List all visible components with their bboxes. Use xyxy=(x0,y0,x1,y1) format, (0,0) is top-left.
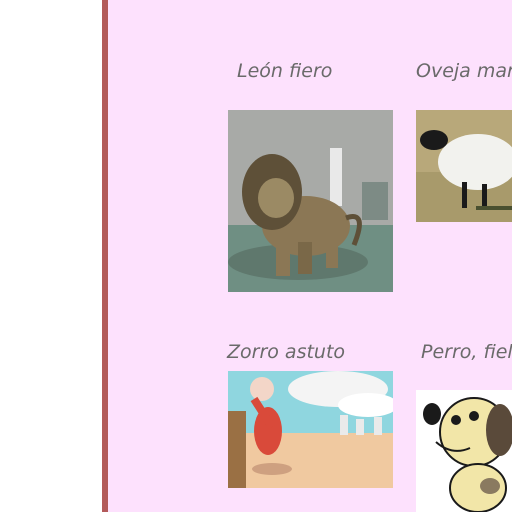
slide: León fiero Oveja mar Zorro astuto Perro,… xyxy=(108,0,512,512)
caption-dog: Perro, fiel xyxy=(421,341,512,363)
caption-fox: Zorro astuto xyxy=(227,341,346,363)
caption-lion: León fiero xyxy=(237,60,333,82)
fox-image[interactable] xyxy=(228,371,393,488)
sheep-image[interactable] xyxy=(416,110,512,222)
lion-image[interactable] xyxy=(228,110,393,292)
dog-image[interactable] xyxy=(416,390,512,512)
presentation-canvas: León fiero Oveja mar Zorro astuto Perro,… xyxy=(0,0,512,512)
caption-sheep: Oveja mar xyxy=(416,60,512,82)
